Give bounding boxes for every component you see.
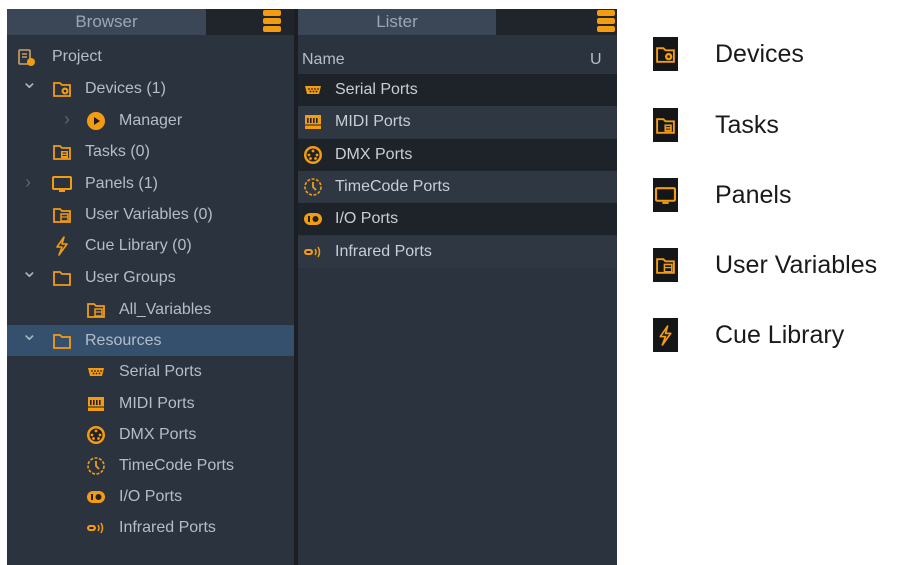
chevron-right-icon[interactable]: › xyxy=(60,105,74,136)
chevron-right-icon[interactable]: › xyxy=(21,168,35,199)
tree-item-label: Cue Library (0) xyxy=(85,237,192,254)
serial-port-icon xyxy=(303,80,323,100)
lister-row-midi-ports[interactable]: MIDI Ports xyxy=(298,106,617,139)
tree-item-label: Serial Ports xyxy=(119,363,202,380)
tree-item-tasks-0[interactable]: Tasks (0) xyxy=(7,136,294,167)
variables-folder-icon xyxy=(52,205,72,225)
legend-label: Devices xyxy=(715,40,804,68)
variables-folder-icon xyxy=(653,248,678,282)
lister-row-serial-ports[interactable]: Serial Ports xyxy=(298,74,617,106)
tree-item-panels-1[interactable]: › Panels (1) xyxy=(7,168,294,199)
tree-item-label: User Groups xyxy=(85,269,176,286)
tree-item-resources[interactable]: ⌄ Resources xyxy=(7,324,294,356)
legend-label: Panels xyxy=(715,181,792,209)
infrared-icon xyxy=(303,242,323,262)
tree-item-cue-library-0[interactable]: Cue Library (0) xyxy=(7,230,294,261)
monitor-icon xyxy=(52,174,72,194)
tree-item-midi-ports[interactable]: MIDI Ports xyxy=(7,388,294,419)
tree-item-label: Panels (1) xyxy=(85,175,158,192)
browser-panel: Browser Project ⌄ Devices (1) › Manager Tasks… xyxy=(7,9,294,565)
folder-icon xyxy=(52,331,72,351)
lister-column-header: Name U xyxy=(298,45,617,74)
legend-label: User Variables xyxy=(715,251,878,279)
project-icon xyxy=(16,47,36,67)
lightning-icon xyxy=(52,236,72,256)
legend-label: Cue Library xyxy=(715,321,845,349)
variables-folder-icon xyxy=(86,300,106,320)
chevron-down-icon[interactable]: ⌄ xyxy=(21,261,38,293)
chevron-down-icon[interactable]: ⌄ xyxy=(21,72,38,104)
tasks-folder-icon xyxy=(52,142,72,162)
tree-item-label: Project xyxy=(52,48,102,65)
tree-item-manager[interactable]: › Manager xyxy=(7,105,294,136)
tree-item-label: I/O Ports xyxy=(119,488,183,505)
tree-item-label: Devices (1) xyxy=(85,80,166,97)
tasks-folder-icon xyxy=(653,108,678,142)
lister-menu-button[interactable] xyxy=(597,10,615,34)
tree-item-label: Infrared Ports xyxy=(119,519,216,536)
lightning-icon xyxy=(653,318,678,352)
column-name[interactable]: Name xyxy=(302,45,345,74)
tree-item-user-groups[interactable]: ⌄ User Groups xyxy=(7,261,294,293)
browser-title: Browser xyxy=(7,9,206,35)
tree-item-label: Resources xyxy=(85,332,162,349)
tree-item-serial-ports[interactable]: Serial Ports xyxy=(7,356,294,387)
lister-row-label: Serial Ports xyxy=(335,81,418,98)
tree-item-project[interactable]: Project xyxy=(7,41,294,72)
legend-label: Tasks xyxy=(715,111,779,139)
tree-item-user-variables-0[interactable]: User Variables (0) xyxy=(7,199,294,230)
lister-row-label: I/O Ports xyxy=(335,210,399,228)
dmx-port-icon xyxy=(86,425,106,445)
lister-row-label: TimeCode Ports xyxy=(335,177,450,195)
monitor-icon xyxy=(653,178,678,212)
timecode-icon xyxy=(86,456,106,476)
tree-item-label: All_Variables xyxy=(119,301,212,318)
folder-icon xyxy=(52,268,72,288)
lister-row-i-o-ports[interactable]: I/O Ports xyxy=(298,203,617,236)
tree-item-label: Manager xyxy=(119,112,183,129)
serial-port-icon xyxy=(86,362,106,382)
lister-row-infrared-ports[interactable]: Infrared Ports xyxy=(298,235,617,268)
tree-item-i-o-ports[interactable]: I/O Ports xyxy=(7,481,294,512)
tree-item-label: User Variables (0) xyxy=(85,206,213,223)
tree-item-label: Tasks (0) xyxy=(85,143,150,160)
infrared-icon xyxy=(86,518,106,538)
tree-item-label: MIDI Ports xyxy=(119,395,195,412)
column-u[interactable]: U xyxy=(590,45,602,74)
midi-port-icon xyxy=(303,112,323,132)
lister-row-label: MIDI Ports xyxy=(335,113,411,131)
lister-row-label: Infrared Ports xyxy=(335,242,432,260)
dmx-port-icon xyxy=(303,145,323,165)
lister-row-timecode-ports[interactable]: TimeCode Ports xyxy=(298,170,617,203)
timecode-icon xyxy=(303,177,323,197)
lister-title: Lister xyxy=(298,9,496,35)
tree-item-devices-1[interactable]: ⌄ Devices (1) xyxy=(7,72,294,104)
lister-row-dmx-ports[interactable]: DMX Ports xyxy=(298,138,617,171)
tree-item-label: DMX Ports xyxy=(119,426,197,443)
app-window: Browser Project ⌄ Devices (1) › Manager Tasks… xyxy=(7,9,617,565)
tree-item-timecode-ports[interactable]: TimeCode Ports xyxy=(7,450,294,481)
tree-item-all-variables[interactable]: All_Variables xyxy=(7,294,294,325)
tree-item-infrared-ports[interactable]: Infrared Ports xyxy=(7,512,294,543)
chevron-down-icon[interactable]: ⌄ xyxy=(21,324,38,356)
midi-port-icon xyxy=(86,394,106,414)
tree-item-label: TimeCode Ports xyxy=(119,457,234,474)
lister-panel: Lister Name U Serial Ports MIDI Ports DMX … xyxy=(298,9,617,565)
tree-item-dmx-ports[interactable]: DMX Ports xyxy=(7,419,294,450)
browser-menu-button[interactable] xyxy=(263,10,281,34)
play-circle-icon xyxy=(86,111,106,131)
io-port-icon xyxy=(303,209,323,229)
io-port-icon xyxy=(86,487,106,507)
devices-folder-icon xyxy=(653,37,678,71)
lister-row-label: DMX Ports xyxy=(335,145,413,163)
devices-folder-icon xyxy=(52,79,72,99)
